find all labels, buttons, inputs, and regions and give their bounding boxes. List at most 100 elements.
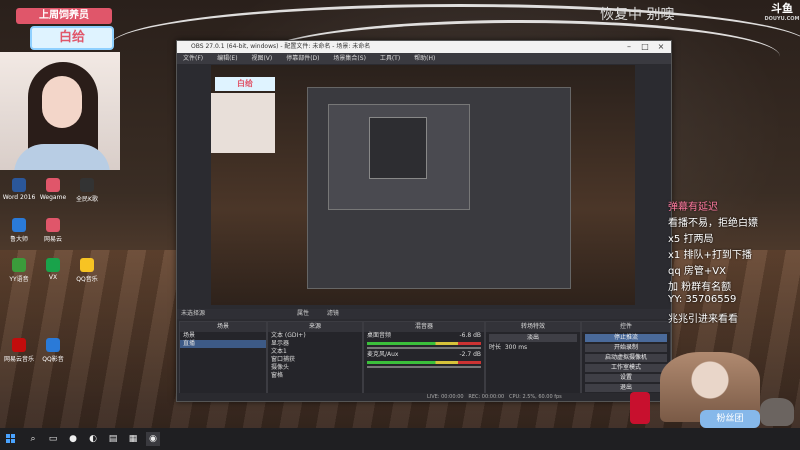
webcam-feed: [0, 52, 120, 170]
obs-window[interactable]: OBS 27.0.1 (64-bit, windows) - 配置文件: 未命名…: [176, 40, 672, 402]
source-item[interactable]: 窗格: [268, 372, 362, 380]
controls-title: 控件: [582, 322, 670, 332]
source-item[interactable]: 文本 (GDI+): [268, 332, 362, 340]
douyu-logo-text: 斗鱼: [771, 2, 793, 15]
virtual-camera-button[interactable]: 启动虚拟摄像机: [585, 354, 667, 362]
info-line: x1 排队+打到下播: [668, 250, 752, 261]
properties-button[interactable]: 属性: [297, 310, 309, 317]
close-icon[interactable]: ×: [653, 41, 669, 53]
douyu-logo-sub: DOUYU.COM: [764, 16, 800, 22]
wechat-icon[interactable]: ●: [66, 432, 80, 446]
menu-file[interactable]: 文件(F): [183, 55, 203, 62]
volume-slider[interactable]: [367, 347, 481, 349]
start-recording-button[interactable]: 开始录制: [585, 344, 667, 352]
audio-meter: [367, 342, 481, 345]
task-view-icon[interactable]: ▭: [46, 432, 60, 446]
duration-row: 时长 300 ms: [489, 344, 528, 351]
desktop-icon[interactable]: YY语音: [2, 258, 36, 283]
windows-start-icon[interactable]: [6, 434, 16, 444]
desktop-icon[interactable]: VX: [36, 258, 70, 281]
no-source-label: 未选择源: [181, 310, 206, 317]
obs-titlebar[interactable]: OBS 27.0.1 (64-bit, windows) - 配置文件: 未命名…: [177, 41, 671, 53]
sources-dock: 来源 文本 (GDI+) 显示器 文本1 窗口捕获 摄像头 窗格: [267, 321, 363, 395]
transition-select[interactable]: 淡出: [489, 334, 577, 342]
streamer-name-tag: 白给: [30, 26, 114, 50]
controls-dock: 控件 停止推流 开始录制 启动虚拟摄像机 工作室模式 设置 退出: [581, 321, 671, 395]
douyu-logo: 斗鱼 DOUYU.COM: [764, 0, 800, 22]
filters-button[interactable]: 滤镜: [327, 310, 339, 317]
sources-title: 来源: [268, 322, 362, 332]
scene-item[interactable]: 直播: [180, 340, 266, 348]
desktop-icon[interactable]: 网易云: [36, 218, 70, 243]
menu-docks[interactable]: 停靠部件(D): [286, 55, 319, 62]
mixer-channel-label: 桌面音频 -6.8 dB: [367, 332, 481, 339]
info-line: 兆兆引进来看看: [668, 314, 738, 325]
menu-edit[interactable]: 编辑(E): [217, 55, 237, 62]
studio-mode-button[interactable]: 工作室模式: [585, 364, 667, 372]
info-line: 加 粉群有名额: [668, 282, 732, 293]
minimize-icon[interactable]: –: [621, 41, 637, 53]
stream-info-panel: 弹幕有延迟 看播不易，拒绝白嫖 x5 打两局 x1 排队+打到下播 qq 房管+…: [668, 198, 798, 326]
store-icon[interactable]: ▦: [126, 432, 140, 446]
source-toolbar: 未选择源 属性 滤镜: [177, 309, 671, 319]
info-line: YY: 35706559: [668, 294, 737, 305]
fan-badge: 粉丝团: [700, 410, 760, 428]
source-item[interactable]: 摄像头: [268, 364, 362, 372]
scenes-dock: 场景 场景 直播: [179, 321, 267, 395]
webcam-face: [42, 76, 82, 128]
source-item[interactable]: 窗口捕获: [268, 356, 362, 364]
desktop-icon[interactable]: 全民K歌: [70, 178, 104, 203]
obs-preview-canvas[interactable]: 白给: [211, 65, 635, 305]
source-item[interactable]: 文本1: [268, 348, 362, 356]
info-line: x5 打两局: [668, 234, 714, 245]
obs-statusbar: LIVE: 00:00:00 REC: 00:00:00 CPU: 2.5%, …: [177, 393, 671, 401]
audio-meter: [367, 361, 481, 364]
mixer-dock: 混音器 桌面音频 -6.8 dB 麦克风/Aux -2.7 dB: [363, 321, 485, 395]
maximize-icon[interactable]: □: [637, 41, 653, 53]
duration-value[interactable]: 300 ms: [505, 344, 527, 351]
settings-button[interactable]: 设置: [585, 374, 667, 382]
obs-taskbar-icon[interactable]: ◉: [146, 432, 160, 446]
desktop-icon[interactable]: QQ音乐: [70, 258, 104, 283]
transitions-dock: 转场特效 淡出 时长 300 ms: [485, 321, 581, 395]
obs-title: OBS 27.0.1 (64-bit, windows) - 配置文件: 未命名…: [191, 43, 371, 50]
desktop-icon[interactable]: 网易云音乐: [2, 338, 36, 363]
nested-obs-1: [307, 87, 571, 289]
file-explorer-icon[interactable]: ▤: [106, 432, 120, 446]
nested-obs-3: [369, 117, 427, 179]
webcam-shirt: [14, 144, 110, 170]
exit-button[interactable]: 退出: [585, 384, 667, 392]
live-status: LIVE: 00:00:00: [427, 394, 464, 400]
menu-help[interactable]: 帮助(H): [414, 55, 435, 62]
edge-icon[interactable]: ◐: [86, 432, 100, 446]
cat-sticker: [760, 398, 794, 426]
stop-streaming-button[interactable]: 停止推流: [585, 334, 667, 342]
preview-webcam: [211, 93, 275, 153]
scene-item[interactable]: 场景: [180, 332, 266, 340]
menu-tools[interactable]: 工具(T): [380, 55, 400, 62]
info-line: 弹幕有延迟: [668, 202, 718, 213]
source-item[interactable]: 显示器: [268, 340, 362, 348]
top-tag: 上周饲养员: [16, 8, 112, 24]
info-line: 看播不易，拒绝白嫖: [668, 218, 758, 229]
info-line: qq 房管+VX: [668, 266, 726, 277]
cola-can-sticker: [630, 392, 650, 424]
obs-menubar: 文件(F) 编辑(E) 视图(V) 停靠部件(D) 场景集合(S) 工具(T) …: [177, 53, 671, 64]
cpu-status: CPU: 2.5%, 60.00 fps: [509, 394, 562, 400]
volume-slider[interactable]: [367, 366, 481, 368]
menu-view[interactable]: 视图(V): [251, 55, 272, 62]
mixer-title: 混音器: [364, 322, 484, 332]
rec-status: REC: 00:00:00: [468, 394, 505, 400]
desktop-icon[interactable]: QQ影音: [36, 338, 70, 363]
desktop-icon[interactable]: Word 2016: [2, 178, 36, 201]
scenes-title: 场景: [180, 322, 266, 332]
desktop-icon[interactable]: Wegame: [36, 178, 70, 201]
windows-taskbar: ⌕ ▭ ● ◐ ▤ ▦ ◉: [0, 428, 800, 450]
desktop-icon[interactable]: 鲁大师: [2, 218, 36, 243]
search-icon[interactable]: ⌕: [26, 432, 40, 446]
nested-obs-2: [328, 104, 470, 210]
transitions-title: 转场特效: [486, 322, 580, 332]
top-watermark: 恢复中 别噢: [600, 7, 675, 23]
preview-name-tag: 白给: [215, 77, 275, 91]
menu-scene-collection[interactable]: 场景集合(S): [333, 55, 366, 62]
